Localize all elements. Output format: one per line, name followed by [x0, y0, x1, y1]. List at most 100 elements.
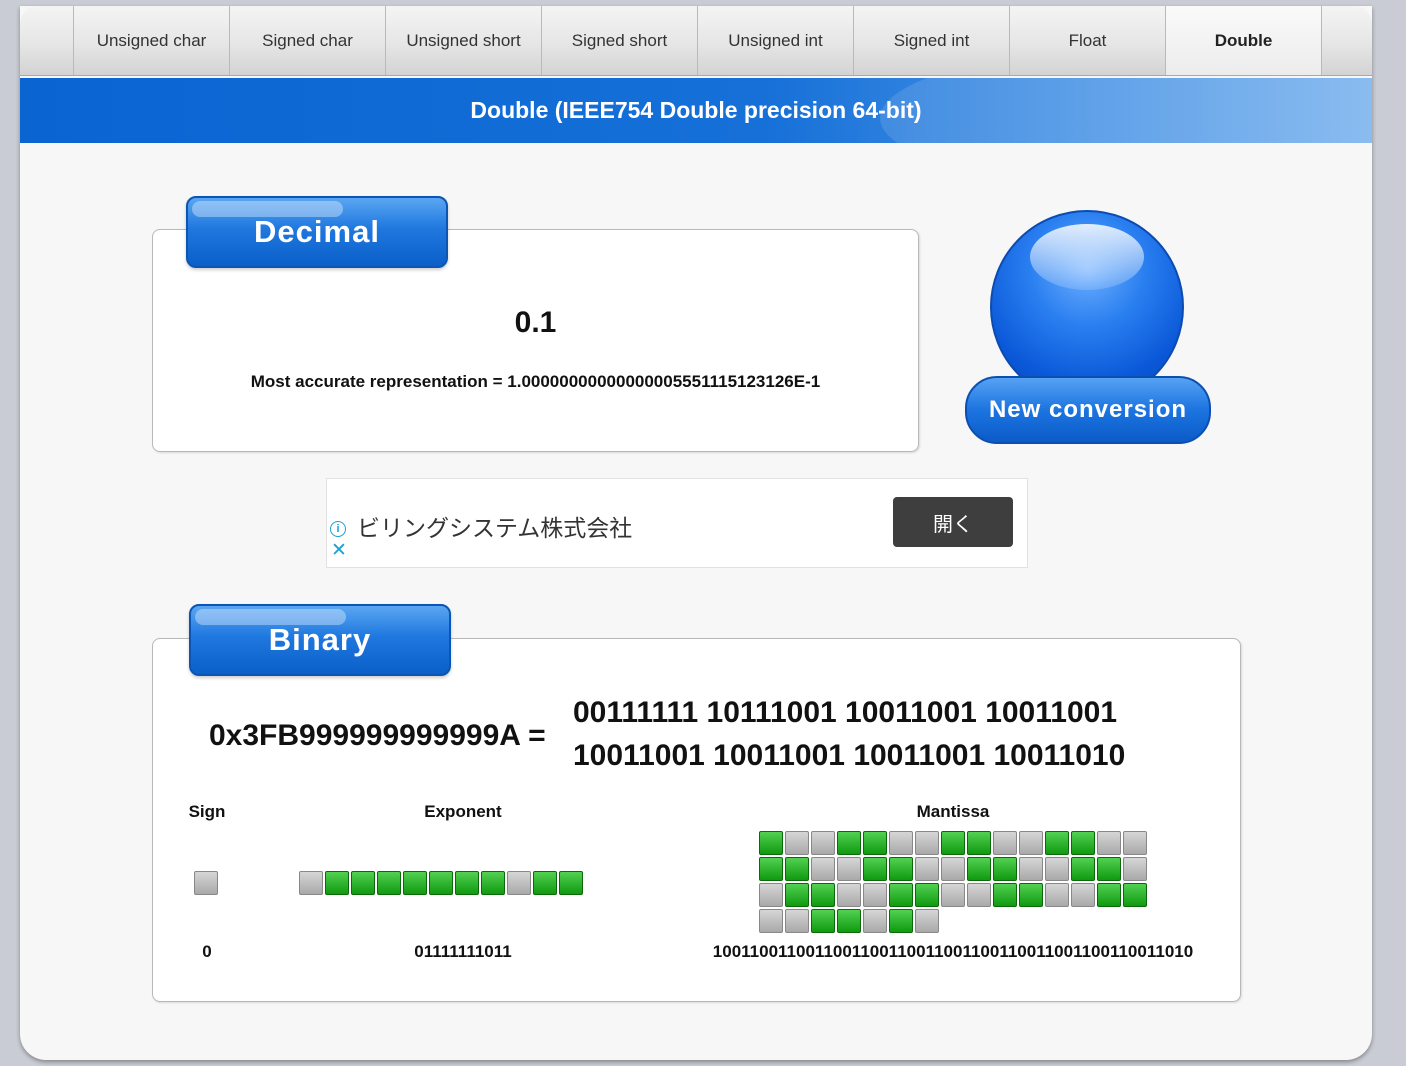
- accurate-representation: Most accurate representation = 1.0000000…: [250, 372, 821, 391]
- info-icon[interactable]: i: [330, 521, 346, 537]
- ad-text[interactable]: ビリングシステム株式会社: [357, 509, 632, 543]
- tab-signed-short[interactable]: Signed short: [541, 6, 697, 75]
- mantissa-bit[interactable]: [837, 831, 861, 855]
- mantissa-bit[interactable]: [941, 883, 965, 907]
- mantissa-bit[interactable]: [785, 883, 809, 907]
- tab-double[interactable]: Double: [1165, 6, 1321, 75]
- tab-float[interactable]: Float: [1009, 6, 1165, 75]
- exponent-bit[interactable]: [299, 871, 323, 895]
- decimal-value[interactable]: 0.1: [153, 306, 918, 340]
- new-conversion-button[interactable]: New conversion: [965, 376, 1211, 444]
- mantissa-bit[interactable]: [1071, 883, 1095, 907]
- mantissa-bit[interactable]: [1123, 883, 1147, 907]
- exponent-bit[interactable]: [481, 871, 505, 895]
- mantissa-bit[interactable]: [1123, 857, 1147, 881]
- mantissa-bit[interactable]: [915, 883, 939, 907]
- mantissa-bit[interactable]: [1097, 883, 1121, 907]
- mantissa-bit[interactable]: [759, 857, 783, 881]
- mantissa-bit[interactable]: [1019, 883, 1043, 907]
- mantissa-bit[interactable]: [1097, 857, 1121, 881]
- mantissa-bit[interactable]: [1045, 883, 1069, 907]
- binary-label: Binary: [189, 604, 451, 676]
- mantissa-bit[interactable]: [785, 831, 809, 855]
- mantissa-bit[interactable]: [863, 857, 887, 881]
- sign-bit[interactable]: [194, 871, 218, 895]
- mantissa-bit[interactable]: [915, 909, 939, 933]
- mantissa-bit[interactable]: [889, 883, 913, 907]
- binary-line-1: 00111111 10111001 10011001 10011001: [573, 696, 1118, 729]
- mantissa-bit[interactable]: [863, 831, 887, 855]
- mantissa-bit[interactable]: [1123, 831, 1147, 855]
- mantissa-bit[interactable]: [915, 857, 939, 881]
- mantissa-bit[interactable]: [785, 857, 809, 881]
- hex-value: 0x3FB999999999999A =: [209, 719, 546, 752]
- tab-unsigned-int[interactable]: Unsigned int: [697, 6, 853, 75]
- decimal-label-text: Decimal: [254, 214, 380, 249]
- binary-label-text: Binary: [268, 622, 372, 657]
- exponent-bit[interactable]: [533, 871, 557, 895]
- tab-signed-char[interactable]: Signed char: [229, 6, 385, 75]
- mantissa-bit[interactable]: [863, 909, 887, 933]
- mantissa-bit[interactable]: [1045, 831, 1069, 855]
- sign-bits: [194, 871, 220, 895]
- mantissa-bit[interactable]: [759, 883, 783, 907]
- mantissa-bit[interactable]: [993, 857, 1017, 881]
- mantissa-bit[interactable]: [1019, 831, 1043, 855]
- close-icon[interactable]: ✕: [331, 541, 347, 561]
- decimal-label: Decimal: [186, 196, 448, 268]
- mantissa-title: Mantissa: [916, 802, 990, 821]
- exponent-bit[interactable]: [403, 871, 427, 895]
- mantissa-bit[interactable]: [1071, 857, 1095, 881]
- exponent-bit[interactable]: [377, 871, 401, 895]
- mantissa-bits: [759, 831, 1149, 933]
- tab-signed-int[interactable]: Signed int: [853, 6, 1009, 75]
- exponent-value: 01111111011: [414, 942, 512, 961]
- new-conversion-label: New conversion: [988, 396, 1188, 423]
- mantissa-bit[interactable]: [811, 831, 835, 855]
- exponent-bit[interactable]: [325, 871, 349, 895]
- mantissa-bit[interactable]: [811, 909, 835, 933]
- ad-open-button[interactable]: 開く: [893, 497, 1013, 547]
- sign-title: Sign: [188, 802, 226, 821]
- banner-decoration: [880, 78, 1372, 143]
- mantissa-bit[interactable]: [915, 831, 939, 855]
- exponent-bit[interactable]: [351, 871, 375, 895]
- mantissa-value: 1001100110011001100110011001100110011001…: [712, 942, 1194, 961]
- mantissa-bit[interactable]: [889, 857, 913, 881]
- exponent-bit[interactable]: [559, 871, 583, 895]
- mantissa-bit[interactable]: [1097, 831, 1121, 855]
- exponent-title: Exponent: [424, 802, 502, 821]
- mantissa-bit[interactable]: [967, 857, 991, 881]
- mantissa-bit[interactable]: [837, 857, 861, 881]
- mantissa-bit[interactable]: [967, 831, 991, 855]
- mantissa-bit[interactable]: [889, 909, 913, 933]
- mantissa-bit[interactable]: [1019, 857, 1043, 881]
- ad-banner: i ✕ ビリングシステム株式会社 開く: [326, 478, 1028, 568]
- mantissa-bit[interactable]: [993, 883, 1017, 907]
- mantissa-bit[interactable]: [837, 909, 861, 933]
- mantissa-bit[interactable]: [1045, 857, 1069, 881]
- binary-line-2: 10011001 10011001 10011001 10011010: [573, 739, 1126, 772]
- mantissa-bit[interactable]: [941, 857, 965, 881]
- mantissa-bit[interactable]: [811, 883, 835, 907]
- mantissa-bit[interactable]: [759, 909, 783, 933]
- mantissa-bit[interactable]: [889, 831, 913, 855]
- mantissa-bit[interactable]: [811, 857, 835, 881]
- new-conversion-orb[interactable]: [990, 210, 1184, 404]
- mantissa-bit[interactable]: [967, 883, 991, 907]
- mantissa-bit[interactable]: [941, 831, 965, 855]
- mantissa-bit[interactable]: [759, 831, 783, 855]
- exponent-bit[interactable]: [429, 871, 453, 895]
- mantissa-bit[interactable]: [1071, 831, 1095, 855]
- type-tabs: Unsigned char Signed char Unsigned short Si…: [20, 6, 1372, 76]
- mantissa-bit[interactable]: [837, 883, 861, 907]
- mantissa-bit[interactable]: [993, 831, 1017, 855]
- tab-unsigned-short[interactable]: Unsigned short: [385, 6, 541, 75]
- exponent-bits: [299, 871, 639, 895]
- mantissa-bit[interactable]: [863, 883, 887, 907]
- ad-open-label: 開く: [933, 511, 973, 536]
- exponent-bit[interactable]: [507, 871, 531, 895]
- mantissa-bit[interactable]: [785, 909, 809, 933]
- tab-unsigned-char[interactable]: Unsigned char: [73, 6, 229, 75]
- exponent-bit[interactable]: [455, 871, 479, 895]
